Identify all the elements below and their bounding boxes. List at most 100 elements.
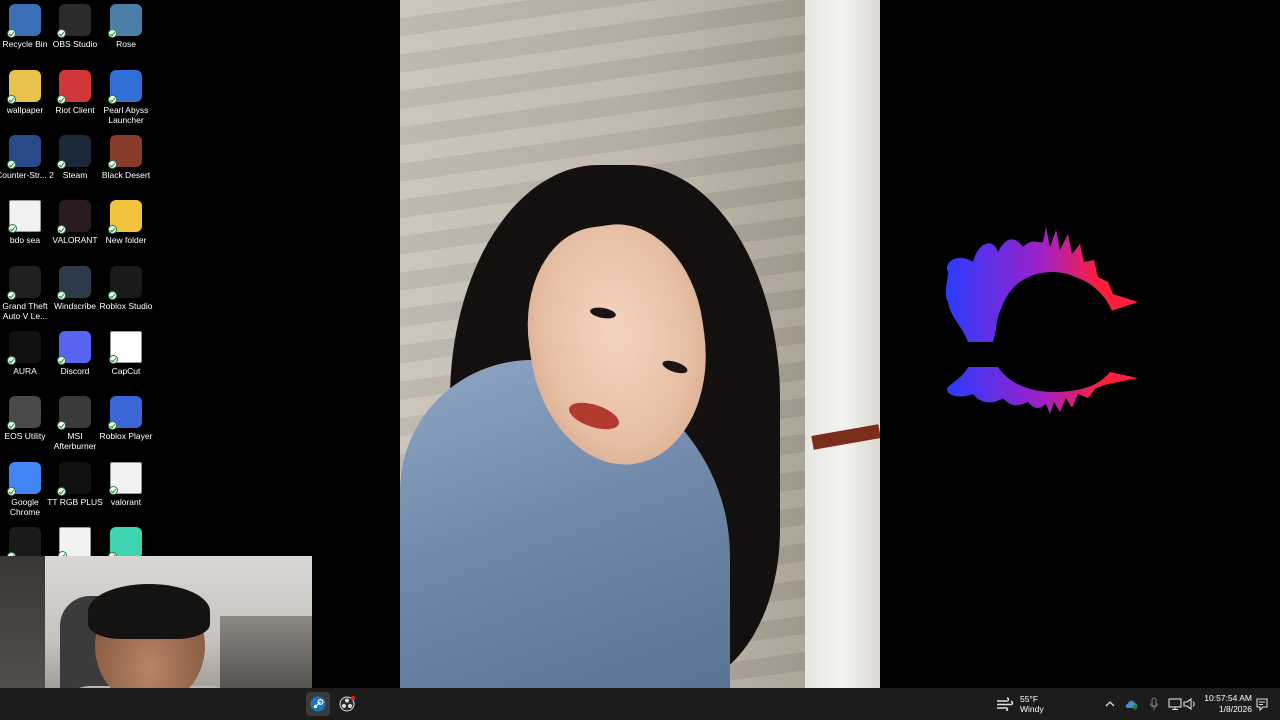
desktop-icon-label: Roblox Studio (99, 301, 153, 311)
wallpaper-photo (400, 0, 880, 688)
tray-volume[interactable] (1183, 696, 1197, 712)
sync-status-icon (109, 355, 118, 364)
desktop-icon-rose[interactable]: Rose (101, 4, 151, 49)
sync-status-icon (7, 487, 16, 496)
desktop-icon-obs-studio[interactable]: OBS Studio (50, 4, 100, 49)
clock-time: 10:57:54 AM (1204, 693, 1252, 703)
desktop-icon-label: CapCut (111, 366, 141, 376)
black-desert-icon (108, 135, 142, 169)
clock-date: 1/8/2026 (1218, 704, 1252, 714)
msi-afterburner-icon (57, 396, 91, 430)
sync-status-icon (8, 224, 17, 233)
network-icon (1168, 698, 1182, 710)
desktop-icon-bdo-sea[interactable]: bdo sea (0, 200, 50, 245)
taskbar-clock[interactable]: 10:57:54 AM 1/8/2026 (1196, 693, 1252, 715)
desktop-icon-counter-strike-2[interactable]: Counter-Str... 2 (0, 135, 54, 180)
sync-status-icon (57, 225, 66, 234)
taskbar-weather-widget[interactable]: 55°F Windy (996, 692, 1044, 716)
tray-microphone[interactable] (1147, 696, 1161, 712)
sync-status-icon (7, 291, 16, 300)
aura-icon (7, 331, 41, 365)
desktop-icon-grid: Recycle Bin OBS Studio Rose wallpaper Riot C… (0, 0, 152, 561)
tray-network[interactable] (1168, 696, 1182, 712)
desktop-icon-google-chrome[interactable]: Google Chrome (0, 462, 50, 517)
desktop-icon-windscribe[interactable]: Windscribe (50, 266, 100, 311)
tray-show-hidden-icons[interactable] (1103, 696, 1117, 712)
notification-bell-icon (1256, 697, 1268, 711)
desktop-icon-aura[interactable]: AURA (0, 331, 50, 376)
sync-status-icon (108, 291, 117, 300)
windscribe-icon (57, 266, 91, 300)
desktop-icon-riot-client[interactable]: Riot Client (50, 70, 100, 115)
sync-status-icon (108, 160, 117, 169)
desktop-icon-roblox-player[interactable]: Roblox Player (100, 396, 152, 441)
desktop-icon-label: MSI Afterburner (53, 431, 97, 451)
tray-onedrive[interactable] (1125, 696, 1139, 712)
desktop-icon-label: TT RGB PLUS (47, 497, 103, 507)
desktop-icon-new-folder[interactable]: New folder (101, 200, 151, 245)
desktop-icon-wallpaper[interactable]: wallpaper (0, 70, 50, 115)
desktop: Recycle Bin OBS Studio Rose wallpaper Riot C… (0, 0, 1280, 720)
desktop-icon-label: Pearl Abyss Launcher (103, 105, 149, 125)
desktop-icon-tt-rgb-plus[interactable]: TT RGB PLUS (47, 462, 103, 507)
desktop-icon-discord[interactable]: Discord (50, 331, 100, 376)
desktop-icon-eos-utility[interactable]: EOS Utility (0, 396, 50, 441)
sync-status-icon (7, 421, 16, 430)
desktop-icon-label: New folder (105, 235, 147, 245)
desktop-icon-valorant[interactable]: VALORANT (50, 200, 100, 245)
obs-studio-icon (57, 4, 91, 38)
sync-status-icon (57, 291, 66, 300)
sync-status-icon (57, 356, 66, 365)
audio-visualizer (945, 227, 1138, 414)
desktop-icon-label: Windscribe (53, 301, 97, 311)
sync-status-icon (7, 29, 16, 38)
sync-status-icon (57, 487, 66, 496)
wallpaper-icon (7, 70, 41, 104)
desktop-icon-black-desert[interactable]: Black Desert (101, 135, 151, 180)
weather-temperature: 55°F (1020, 694, 1039, 704)
recycle-bin-icon (7, 4, 41, 38)
riot-client-icon (57, 70, 91, 104)
taskbar-steam-button[interactable] (306, 692, 330, 716)
new-folder-icon (108, 200, 142, 234)
sync-status-icon (57, 160, 66, 169)
notification-center-button[interactable] (1255, 696, 1269, 712)
cloud-icon (1125, 700, 1138, 710)
sync-status-icon (109, 486, 118, 495)
photo-door (805, 0, 880, 688)
taskbar: 55°F Windy 10:57:54 AM 1/8/2026 (0, 688, 1280, 720)
desktop-icon-label: Rose (116, 39, 136, 49)
desktop-icon-msi-afterburner[interactable]: MSI Afterburner (50, 396, 100, 451)
valorant-file-icon (109, 462, 142, 495)
roblox-player-icon (108, 396, 142, 430)
steam-icon (310, 696, 326, 712)
desktop-icon-label: Steam (62, 170, 88, 180)
desktop-icon-valorant-file[interactable]: valorant (101, 462, 151, 507)
wind-icon (997, 697, 1014, 711)
weather-condition: Windy (1020, 704, 1044, 714)
desktop-icon-label: valorant (110, 497, 142, 507)
desktop-icon-gta-v[interactable]: Grand Theft Auto V Le... (0, 266, 50, 321)
desktop-icon-label: Riot Client (55, 105, 95, 115)
desktop-icon-capcut[interactable]: CapCut (101, 331, 151, 376)
desktop-icon-roblox-studio[interactable]: Roblox Studio (100, 266, 152, 311)
steam-icon (57, 135, 91, 169)
capcut-icon (109, 331, 142, 364)
doc-file-icon (58, 527, 91, 560)
pearl-abyss-launcher-icon (108, 70, 142, 104)
chat-app-icon (108, 527, 142, 561)
desktop-icon-label: Discord (60, 366, 90, 376)
sync-status-icon (57, 29, 66, 38)
desktop-icon-pearl-abyss-launcher[interactable]: Pearl Abyss Launcher (101, 70, 151, 125)
chevron-up-icon (1105, 701, 1115, 707)
sync-status-icon (108, 95, 117, 104)
gta-v-icon (7, 266, 41, 300)
desktop-icon-steam[interactable]: Steam (50, 135, 100, 180)
desktop-icon-recycle-bin[interactable]: Recycle Bin (0, 4, 50, 49)
tt-rgb-plus-icon (57, 462, 91, 496)
taskbar-obs-button[interactable] (335, 692, 359, 716)
sync-status-icon (108, 225, 117, 234)
rose-icon (108, 4, 142, 38)
visualizer-core (996, 274, 1116, 390)
sync-status-icon (108, 29, 117, 38)
